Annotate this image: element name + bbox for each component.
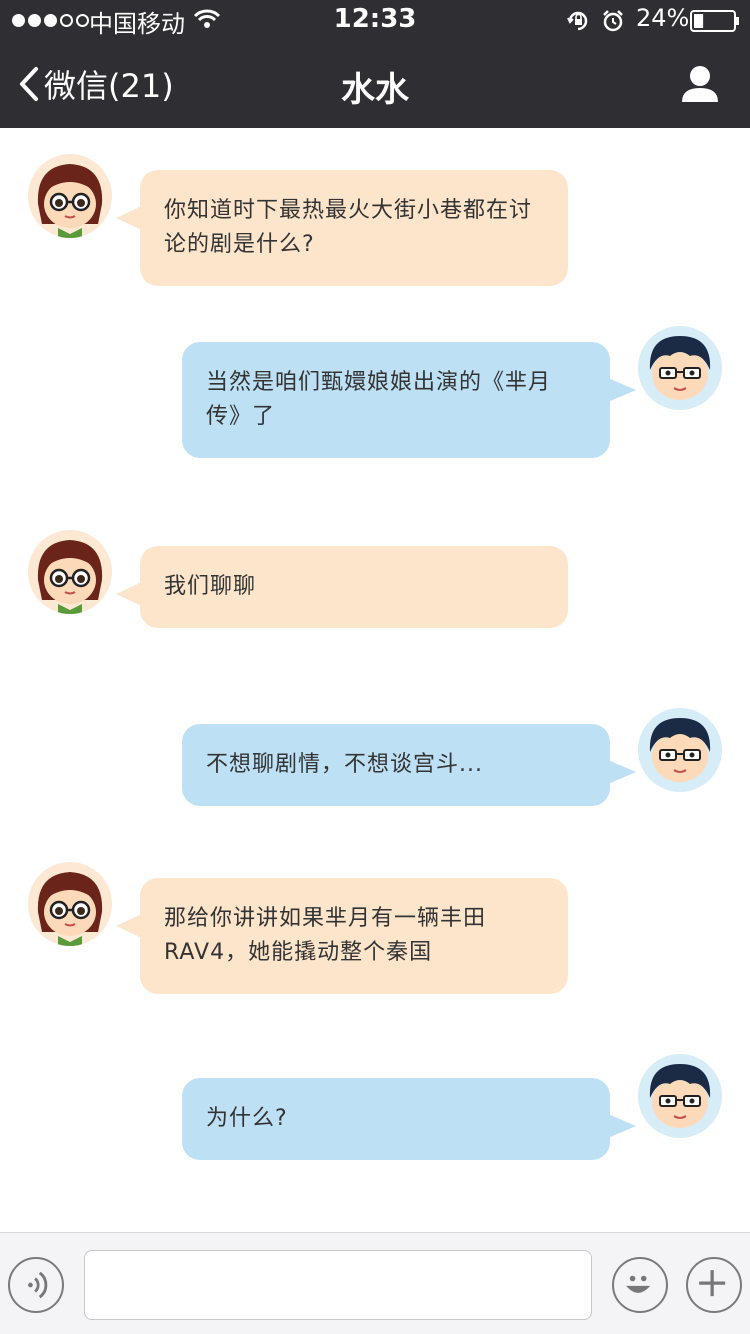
rotation-lock-icon [567,11,588,31]
nav-bar: 微信(21) 水水 [0,40,750,128]
message-bubble[interactable]: 那给你讲讲如果芈月有一辆丰田RAV4，她能撬动整个秦国 [116,878,568,994]
my-avatar[interactable] [638,1054,722,1138]
chat-title: 水水 [341,70,409,110]
status-bar: 中国移动 12:33 24% [0,0,750,40]
chat-area[interactable]: 你知道时下最热最火大街小巷都在讨论的剧是什么? 当然是咱们甄嬛娘娘出演的《芈月传… [0,128,750,1232]
message-bubble[interactable]: 我们聊聊 [116,546,568,628]
person-icon[interactable] [680,64,720,104]
message-text: 你知道时下最热最火大街小巷都在讨论的剧是什么? [164,198,533,257]
voice-button[interactable] [8,1257,64,1313]
boy-avatar-icon [649,1064,711,1128]
message-text: 为什么? [206,1106,288,1131]
plus-icon [699,1270,726,1297]
girl-avatar-icon [37,164,103,238]
top-bar: 中国移动 12:33 24% 微信(21) 水水 [0,0,750,128]
message-bubble[interactable]: 你知道时下最热最火大街小巷都在讨论的剧是什么? [116,170,568,286]
message-bubble[interactable]: 为什么? [182,1078,636,1160]
contact-avatar[interactable] [28,862,112,946]
boy-avatar-icon [649,336,711,400]
message-bubble[interactable]: 当然是咱们甄嬛娘娘出演的《芈月传》了 [182,342,636,458]
message-input[interactable] [84,1250,592,1320]
voice-icon [28,1271,48,1299]
boy-avatar-icon [649,718,711,782]
message-text: 不想聊剧情，不想谈宫斗... [206,752,483,777]
girl-avatar-icon [37,872,103,946]
alarm-icon [603,10,623,32]
message-text: 我们聊聊 [164,574,257,599]
message-text: 当然是咱们甄嬛娘娘出演的《芈月传》了 [206,370,552,429]
contact-avatar[interactable] [28,530,112,614]
battery-icon [690,10,739,32]
battery-percent: 24% [636,4,690,32]
more-button[interactable] [686,1257,742,1313]
emoji-button[interactable] [612,1257,668,1313]
message-bubble[interactable]: 不想聊剧情，不想谈宫斗... [182,724,636,806]
my-avatar[interactable] [638,326,722,410]
message-text: 那给你讲讲如果芈月有一辆丰田RAV4，她能撬动整个秦国 [164,906,487,965]
input-bar [0,1232,750,1334]
my-avatar[interactable] [638,708,722,792]
girl-avatar-icon [37,540,103,614]
smiley-icon [626,1275,651,1293]
contact-avatar[interactable] [28,154,112,238]
